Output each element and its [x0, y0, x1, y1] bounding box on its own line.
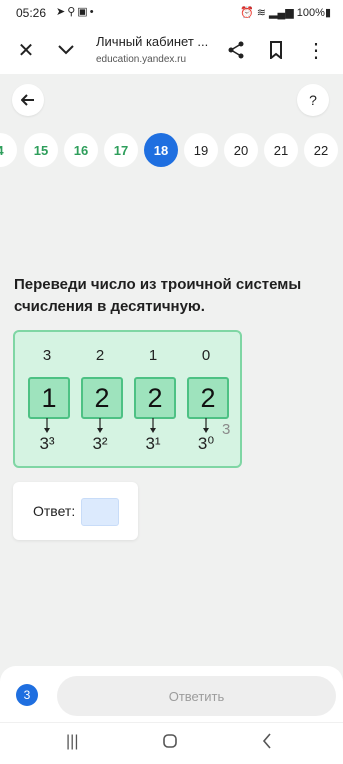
question-number[interactable]: 22 — [304, 133, 338, 167]
navigation-icon: ➤ — [56, 6, 68, 18]
gallery-icon: ▣ — [77, 6, 90, 18]
arrow-down-icon — [150, 418, 156, 433]
page-title: Личный кабинет ... — [96, 34, 209, 49]
answer-card: Ответ: — [13, 482, 138, 540]
help-button[interactable]: ? — [297, 84, 329, 116]
page-url: education.yandex.ru — [96, 54, 187, 65]
battery-icon: ▮ — [324, 7, 331, 19]
task-prompt: Переведи число из троичной системы счисл… — [14, 276, 302, 315]
ternary-digit: 2 — [134, 377, 176, 419]
question-number-current[interactable]: 18 — [144, 133, 178, 167]
back-nav-icon[interactable] — [262, 733, 272, 754]
signal-icon: ▂▄▆ — [269, 7, 294, 19]
position-index: 3 — [42, 347, 52, 364]
bookmark-icon[interactable] — [262, 36, 290, 64]
status-time: 05:26 — [16, 6, 47, 20]
answer-label: Ответ: — [33, 503, 76, 519]
question-number[interactable]: 21 — [264, 133, 298, 167]
share-icon[interactable] — [222, 36, 250, 64]
arrow-down-icon — [44, 418, 50, 433]
base-subscript: 3 — [222, 421, 231, 438]
question-navigation: 4 15 16 17 18 19 20 21 22 — [0, 133, 343, 167]
ternary-digit: 2 — [187, 377, 229, 419]
recent-apps-icon[interactable]: ||| — [66, 733, 78, 751]
power-of-base: 3³ — [39, 434, 55, 453]
system-navigation-bar: ||| — [0, 722, 343, 764]
back-button[interactable] — [12, 84, 44, 116]
answer-input[interactable] — [81, 498, 119, 526]
ternary-digit: 2 — [81, 377, 123, 419]
status-bar: 05:26 ➤⚲▣• ⏰ ≋ ▂▄▆ 100%▮ — [0, 0, 343, 26]
question-number[interactable]: 20 — [224, 133, 258, 167]
power-of-base: 3⁰ — [197, 434, 215, 453]
power-of-base: 3² — [92, 434, 108, 453]
arrow-left-icon — [21, 94, 34, 106]
browser-toolbar: ✕ Личный кабинет ... education.yandex.ru… — [0, 26, 343, 74]
question-number[interactable]: 15 — [24, 133, 58, 167]
dot-icon: • — [89, 6, 96, 18]
question-number[interactable]: 16 — [64, 133, 98, 167]
question-number[interactable]: 19 — [184, 133, 218, 167]
battery-percent: 100% — [296, 7, 325, 19]
arrow-down-icon — [97, 418, 103, 433]
wifi-icon: ≋ — [256, 7, 266, 19]
chevron-down-icon[interactable] — [52, 36, 80, 64]
home-icon[interactable] — [162, 733, 178, 754]
position-index: 2 — [95, 347, 105, 364]
question-number[interactable]: 4 — [0, 133, 17, 167]
submit-button[interactable]: Ответить — [57, 676, 336, 716]
question-number[interactable]: 17 — [104, 133, 138, 167]
main-content: ? 4 15 16 17 18 19 20 21 22 Переведи чис… — [0, 74, 343, 674]
status-right-icons: ⏰ ≋ ▂▄▆ 100%▮ — [240, 6, 331, 19]
status-left-icons: ➤⚲▣• — [56, 5, 96, 18]
arrow-down-icon — [203, 418, 209, 433]
more-icon[interactable]: ⋮ — [302, 36, 330, 64]
search-icon: ⚲ — [67, 6, 78, 18]
ternary-digit: 1 — [28, 377, 70, 419]
position-index: 1 — [148, 347, 158, 364]
close-icon[interactable]: ✕ — [12, 36, 40, 64]
attempts-badge: 3 — [16, 684, 38, 706]
alarm-icon: ⏰ — [239, 7, 254, 19]
number-conversion-panel: 3 2 1 0 1 2 2 2 3³ 3² 3¹ 3⁰ 3 — [13, 330, 242, 468]
position-index: 0 — [201, 347, 211, 364]
power-of-base: 3¹ — [145, 434, 161, 453]
bottom-action-bar: 3 Ответить — [0, 666, 343, 722]
